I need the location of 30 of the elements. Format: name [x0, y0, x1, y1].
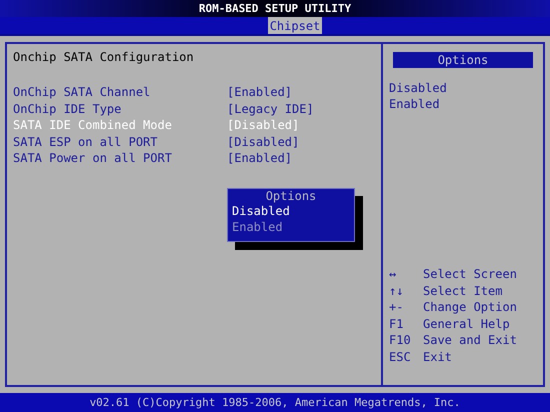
setting-label[interactable]: SATA Power on all PORT [13, 150, 227, 166]
setting-value[interactable]: [Disabled] [227, 134, 300, 150]
option-text: Enabled [389, 96, 441, 112]
help-key: ↔ [389, 266, 423, 282]
window-title: ROM-BASED SETUP UTILITY [198, 2, 352, 15]
setting-value[interactable]: [Enabled] [227, 150, 292, 166]
help-key: +- [389, 299, 423, 316]
option-text: Disabled [389, 80, 448, 96]
help-key: ↑↓ [389, 282, 423, 299]
help-text: General Help [423, 316, 510, 332]
copyright-text: v02.61 (C)Copyright 1985-2006, American Megatrends, Inc. [90, 396, 460, 409]
help-key: F10 [389, 332, 423, 348]
side-panel-title: Options [393, 52, 533, 68]
popup-title: Options [264, 189, 318, 203]
setting-label[interactable]: SATA ESP on all PORT [13, 134, 227, 150]
setting-label[interactable]: OnChip IDE Type [13, 100, 227, 117]
setting-label[interactable]: OnChip SATA Channel [13, 84, 227, 100]
tab[interactable]: Chipset [268, 17, 322, 34]
help-text: Exit [423, 348, 452, 365]
popup-option[interactable]: Enabled [232, 219, 350, 235]
setting-value[interactable]: [Enabled] [227, 84, 292, 100]
help-key: F1 [389, 316, 423, 332]
section-title: Onchip SATA Configuration [13, 50, 195, 64]
popup-option[interactable]: Disabled [232, 203, 350, 219]
setting-value[interactable]: [Legacy IDE] [227, 100, 314, 117]
help-text: Select Item [423, 282, 502, 299]
help-text: Select Screen [423, 266, 517, 282]
help-key: ESC [389, 348, 423, 365]
help-text: Change Option [423, 299, 517, 316]
help-text: Save and Exit [423, 332, 517, 348]
